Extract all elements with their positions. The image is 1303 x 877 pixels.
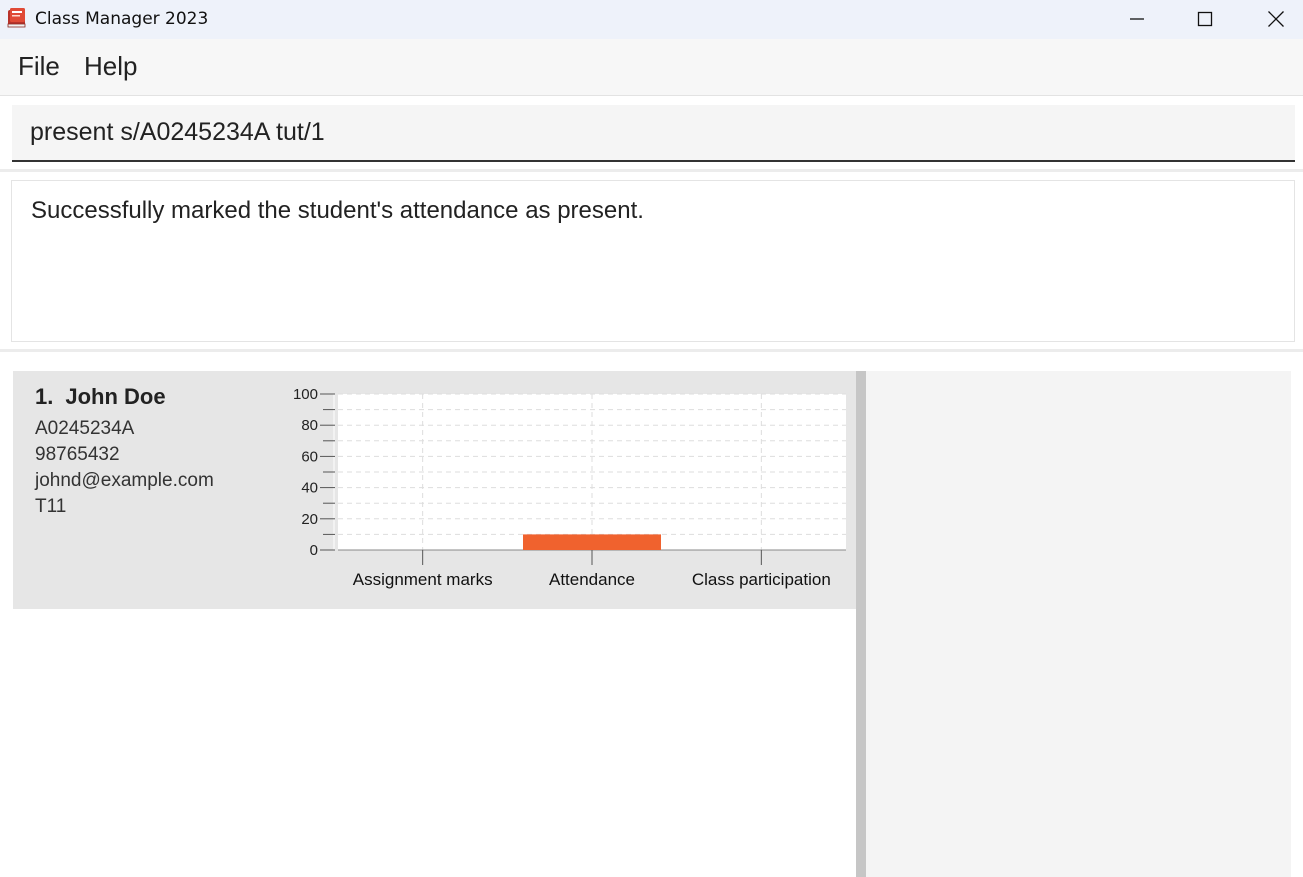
minimize-button[interactable]: [1102, 0, 1172, 38]
maximize-icon: [1197, 11, 1213, 27]
student-index: 1.: [35, 384, 54, 409]
y-tick-label: 80: [301, 417, 318, 434]
title-bar: Class Manager 2023: [0, 0, 1303, 39]
student-class-number: T11: [35, 496, 67, 517]
student-phone: 98765432: [35, 444, 120, 465]
y-tick-label: 40: [301, 480, 318, 497]
maximize-button[interactable]: [1170, 0, 1240, 38]
menu-help[interactable]: Help: [84, 51, 137, 82]
result-display[interactable]: Successfully marked the student's attend…: [11, 180, 1295, 342]
result-message: Successfully marked the student's attend…: [31, 197, 644, 224]
scrollbar[interactable]: [856, 371, 866, 877]
y-tick-label: 0: [310, 542, 318, 559]
y-tick-label: 20: [301, 511, 318, 528]
student-list-panel: 1. John Doe A0245234A 98765432 johnd@exam…: [13, 371, 856, 877]
x-tick-label: Attendance: [549, 570, 635, 589]
grades-bar-chart: 0 20 40 60 80 100 Assignment marks Attendance Cl…: [293, 386, 846, 589]
student-email: johnd@example.com: [35, 470, 214, 491]
command-box: [12, 105, 1295, 162]
divider: [0, 169, 1303, 172]
divider: [0, 349, 1303, 352]
window-title: Class Manager 2023: [35, 9, 209, 29]
y-tick-label: 100: [293, 386, 318, 403]
student-name-line: 1. John Doe: [35, 384, 166, 410]
student-number: A0245234A: [35, 418, 135, 439]
student-name: John Doe: [65, 384, 166, 409]
detail-panel: [866, 371, 1291, 877]
student-card[interactable]: 1. John Doe A0245234A 98765432 johnd@exam…: [13, 371, 856, 609]
menu-file[interactable]: File: [18, 51, 60, 82]
close-icon: [1268, 11, 1284, 27]
y-tick-label: 60: [301, 448, 318, 465]
minimize-icon: [1130, 18, 1144, 20]
x-tick-label: Assignment marks: [353, 570, 493, 589]
bar-attendance: [523, 534, 661, 550]
menu-bar: File Help: [0, 39, 1303, 96]
x-tick-label: Class participation: [692, 570, 831, 589]
close-button[interactable]: [1241, 0, 1303, 38]
app-book-icon: [7, 8, 26, 28]
command-input[interactable]: [30, 105, 1270, 160]
